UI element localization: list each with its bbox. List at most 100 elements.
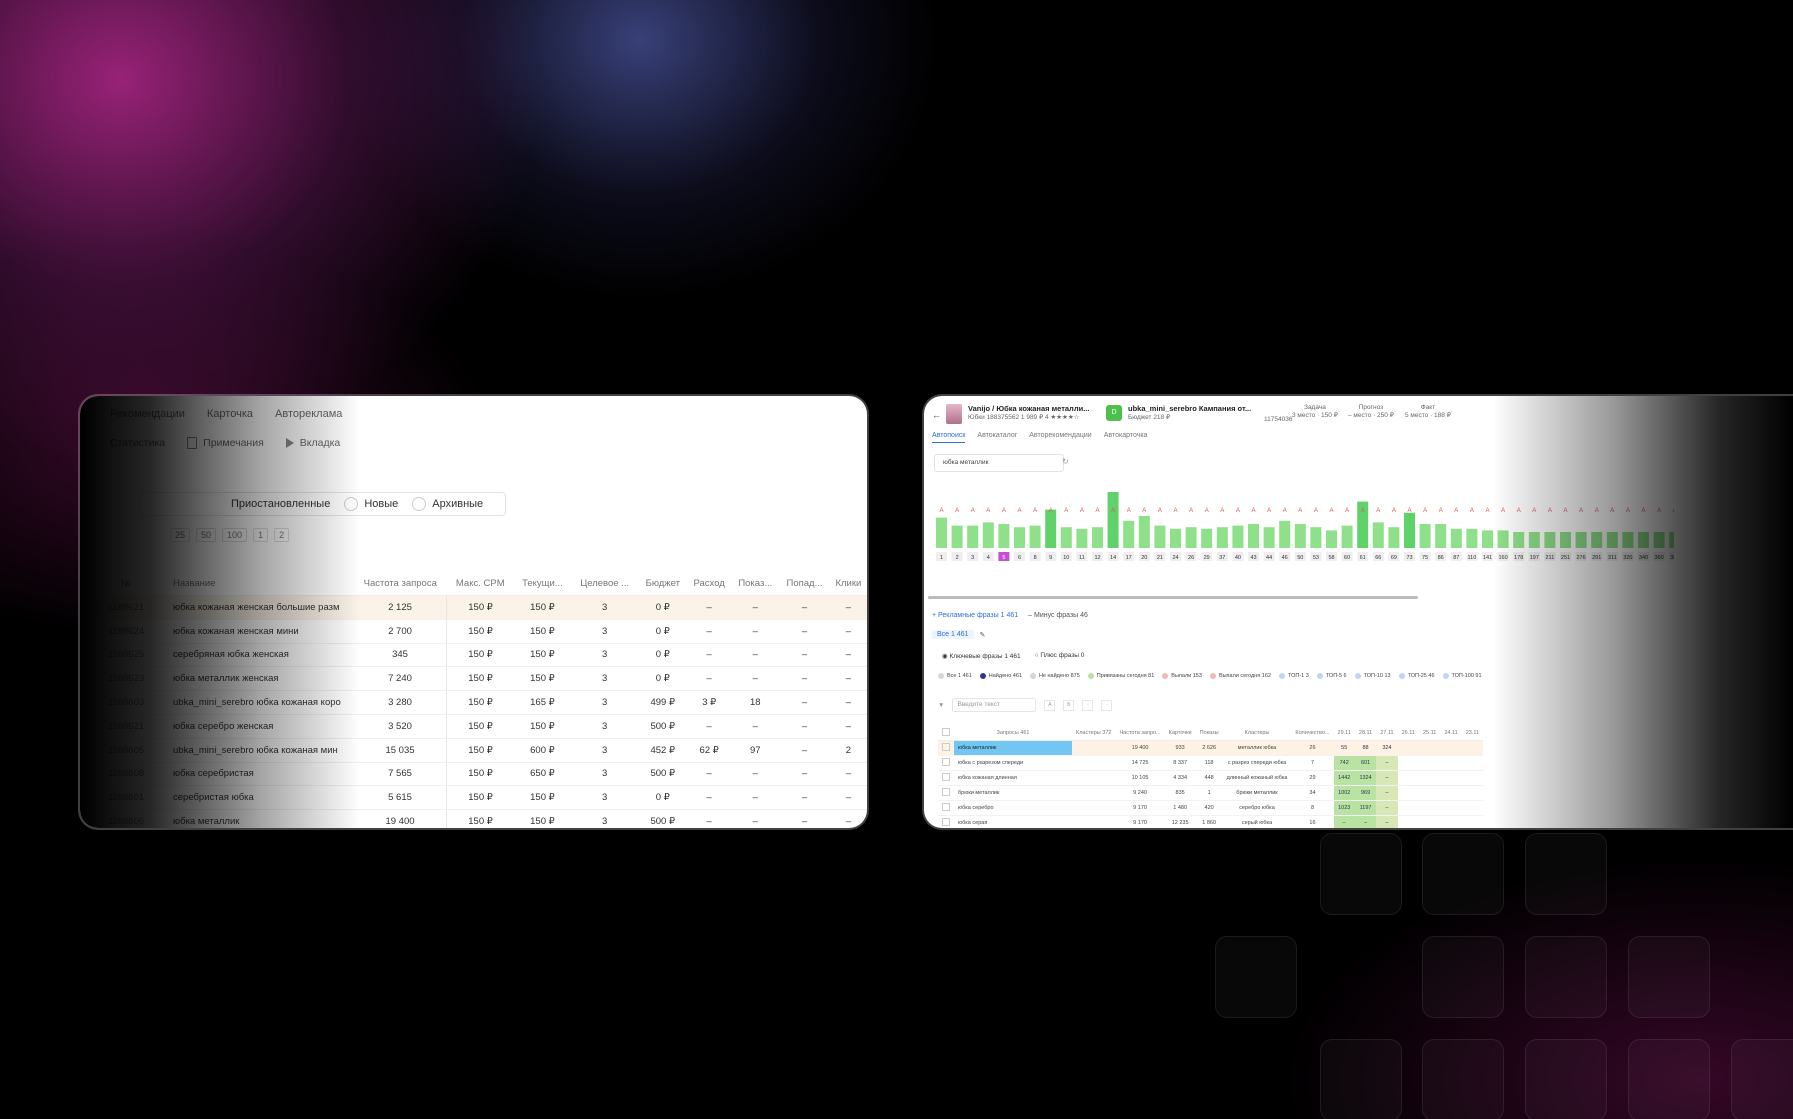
chart-bar[interactable]	[1544, 532, 1556, 548]
status-chip[interactable]: Выпали сегодня 162	[1209, 673, 1271, 679]
chart-bar[interactable]	[1263, 527, 1275, 548]
chart-bar[interactable]	[1107, 492, 1119, 548]
status-chip[interactable]: ТОП-5 6	[1316, 673, 1347, 679]
chart-bar[interactable]	[998, 524, 1010, 548]
chart-bar[interactable]	[1497, 530, 1509, 548]
chart-bar[interactable]	[1388, 527, 1400, 548]
chart-bar[interactable]	[1092, 527, 1103, 548]
row-checkbox[interactable]	[942, 788, 950, 796]
status-chip[interactable]: ТОП-100 91	[1442, 673, 1482, 679]
search-input[interactable]: юбка металлик	[934, 454, 1064, 472]
filter-option-icon[interactable]: ·	[1101, 699, 1113, 711]
nav-item[interactable]: Рекомендации	[110, 408, 185, 420]
chart-bar[interactable]	[1341, 525, 1353, 548]
chart-bar[interactable]	[1560, 532, 1571, 548]
radio-keywords[interactable]: ◉ Ключевые фразы 1 461	[942, 652, 1021, 660]
table-row[interactable]: брюки металлик 9 240 835 1 брюки металлик 34 1…	[938, 785, 1484, 801]
table-row[interactable]: 1188608 юбка серебристая 7 565 150 ₽650 ₽3 5…	[80, 762, 867, 787]
chart-bar[interactable]	[1653, 532, 1665, 548]
status-chip[interactable]: Все 1 461	[938, 673, 972, 679]
chart-bar[interactable]	[982, 522, 994, 548]
column-header[interactable]: 26.11	[1397, 726, 1419, 741]
chart-bar[interactable]	[1123, 520, 1135, 548]
chart-bar[interactable]	[1528, 532, 1540, 548]
column-header[interactable]: Макс. CPM	[446, 571, 515, 596]
chart-bar[interactable]	[1482, 530, 1493, 548]
column-header[interactable]: 28.11	[1354, 726, 1377, 741]
chart-bar[interactable]	[1372, 522, 1384, 548]
column-header[interactable]: Текущи...	[514, 571, 571, 596]
row-checkbox[interactable]	[942, 803, 950, 811]
table-row[interactable]: 1188625 серебряная юбка женская 345 150 ₽15…	[80, 643, 867, 668]
chart-bar[interactable]	[1450, 528, 1462, 548]
chart-bar[interactable]	[1232, 525, 1244, 548]
chart-bar[interactable]	[1669, 532, 1674, 548]
pager-button[interactable]: 50	[196, 528, 217, 542]
chart-scrollbar[interactable]	[928, 596, 1418, 599]
table-row[interactable]: юбка серая 9 170 12 235 1 860 серый юбка 16– –…	[938, 815, 1484, 828]
filter-paused[interactable]: Приостановленные	[231, 498, 330, 510]
chart-bar[interactable]	[1185, 527, 1197, 548]
column-header[interactable]: Клики	[829, 571, 867, 596]
column-header[interactable]: Частота запроса	[354, 571, 447, 596]
table-row[interactable]: 1188623 юбка металлик женская 7 240 150 ₽15…	[80, 666, 867, 692]
chart-bar[interactable]	[1404, 512, 1415, 548]
filter-option-icon[interactable]: ·	[1082, 699, 1094, 711]
tab-autocatalog[interactable]: Автокаталог	[977, 432, 1017, 443]
status-chip[interactable]: Найдено 461	[979, 673, 1022, 679]
column-header[interactable]: 29.11	[1333, 726, 1355, 741]
pager-button[interactable]: 1	[253, 528, 269, 542]
chart-bar[interactable]	[1513, 532, 1525, 548]
status-chip[interactable]: ТОП-10 13	[1354, 673, 1391, 679]
filter-new[interactable]: Новые	[344, 497, 398, 511]
pager-button[interactable]: 25	[170, 528, 191, 542]
chart-bar[interactable]	[1466, 528, 1478, 548]
chart-bar[interactable]	[1294, 524, 1306, 548]
table-row[interactable]: 1188601 серебристая юбка 5 615 150 ₽150 ₽3 0…	[80, 785, 867, 811]
status-chip[interactable]: ТОП-25 46	[1398, 673, 1435, 679]
column-header[interactable]: 23.11	[1461, 726, 1484, 741]
chart-bar[interactable]	[1638, 532, 1649, 548]
status-chip[interactable]: ТОП-1 3	[1278, 673, 1309, 679]
table-row[interactable]: 1188624 юбка кожаная женская мини 2 700 150…	[80, 619, 867, 644]
select-all-checkbox[interactable]	[942, 728, 950, 736]
column-header[interactable]: Целевое ...	[570, 571, 639, 596]
filter-icon[interactable]: ▼	[938, 702, 944, 709]
column-header[interactable]: Частота запро...	[1115, 726, 1165, 741]
status-chip[interactable]: Не найдено 875	[1029, 673, 1080, 679]
chart-bar[interactable]	[1060, 527, 1072, 548]
column-header[interactable]: 24.11	[1440, 726, 1462, 741]
chart-bar[interactable]	[1138, 516, 1150, 548]
row-checkbox[interactable]	[942, 758, 950, 766]
chart-bar[interactable]	[1606, 532, 1618, 548]
nav-item[interactable]: Автореклама	[275, 408, 342, 420]
chart-bar[interactable]	[1575, 532, 1587, 548]
chart-bar[interactable]	[1170, 528, 1181, 548]
column-header[interactable]: Кластеры 372	[1072, 726, 1116, 741]
table-row[interactable]: юбка серебро 9 170 1 480 420 серебро юбка 8 10…	[938, 800, 1484, 816]
nav-item[interactable]: Карточка	[207, 408, 253, 420]
subnav-tab[interactable]: Вкладка	[285, 437, 340, 449]
status-chip[interactable]: Выпали 153	[1162, 673, 1202, 679]
tab-autorecommendations[interactable]: Авторекомендации	[1029, 432, 1091, 443]
chart-bar[interactable]	[1029, 525, 1041, 548]
chart-bar[interactable]	[1591, 532, 1603, 548]
chart-bar[interactable]	[936, 517, 947, 548]
chart-bar[interactable]	[1248, 524, 1259, 548]
filter-option-icon[interactable]: Б	[1063, 699, 1075, 711]
column-header[interactable]: Количество...	[1291, 726, 1334, 741]
row-checkbox[interactable]	[942, 818, 950, 826]
pager-button[interactable]: 2	[274, 528, 290, 542]
table-row[interactable]: 1188603 ubka_mini_serebro юбка кожаная ко…	[80, 690, 867, 715]
tab-minus-phrases[interactable]: – Минус фразы 46	[1028, 612, 1088, 619]
product-title[interactable]: Vanijo / Юбка кожаная металли...	[968, 404, 1089, 413]
edit-icon[interactable]: ✎	[980, 631, 986, 639]
filter-input[interactable]: Введите текст	[952, 698, 1037, 712]
column-header[interactable]: Карточки	[1164, 726, 1196, 741]
radio-plus-phrases[interactable]: ○ Плюс фразы 0	[1035, 652, 1085, 660]
pager-button[interactable]: 100	[222, 528, 248, 542]
column-header[interactable]: Кластеры	[1222, 726, 1292, 741]
chart-bar[interactable]	[1419, 524, 1431, 548]
table-row[interactable]: юбка кожаная длинная 10 105 4 334 448 длинны…	[938, 770, 1484, 786]
table-row[interactable]: 1188605 ubka_mini_serebro юбка кожаная ми…	[80, 738, 867, 763]
